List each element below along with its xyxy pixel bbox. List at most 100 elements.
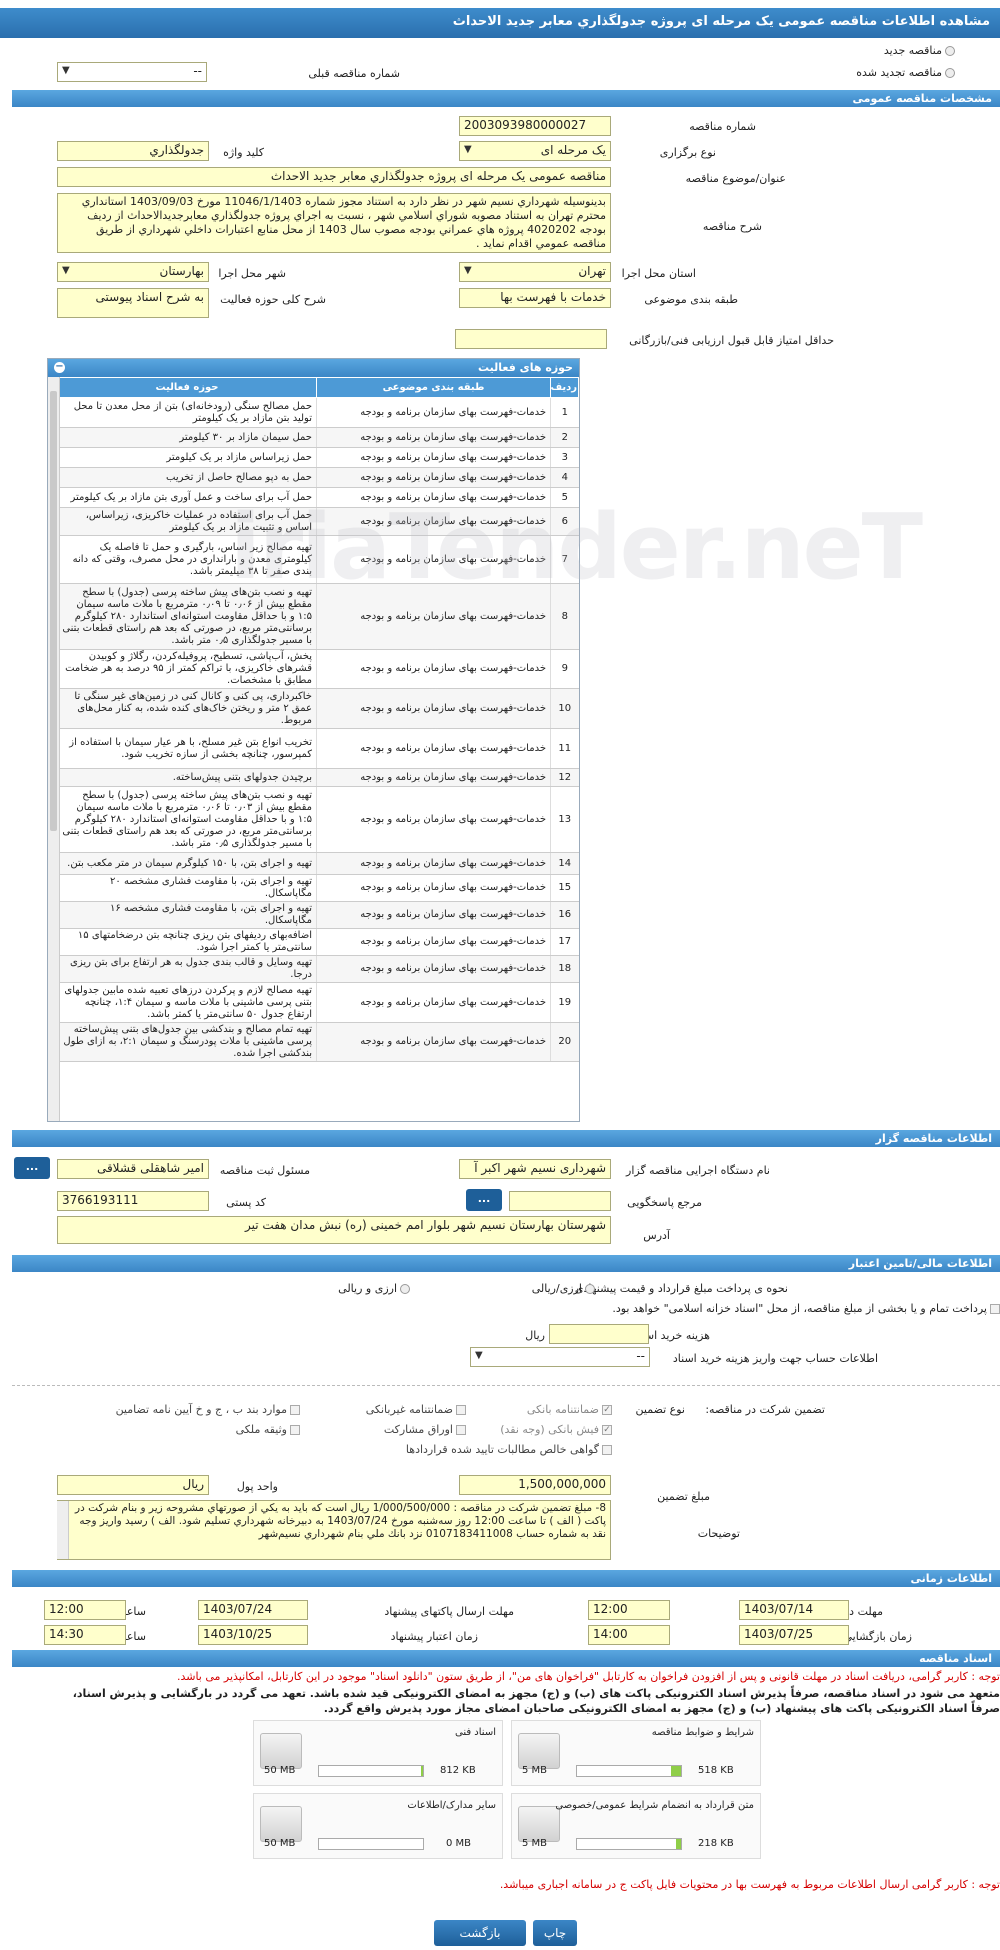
scrollbar-thumb[interactable] [50,391,57,831]
checkbox-icon[interactable] [602,1445,612,1455]
send-time: 12:00 [44,1600,126,1620]
table-row: 20 خدمات-فهرست بهای سازمان برنامه و بودجه… [57,1022,579,1062]
category-cell: خدمات-فهرست بهای سازمان برنامه و بودجه [316,649,551,689]
currency-field: ریال [57,1475,209,1495]
radio-renewed-tender[interactable]: مناقصه تجدید شده [856,66,955,79]
table-row: 16 خدمات-فهرست بهای سازمان برنامه و بودجه… [57,901,579,929]
send-label: مهلت ارسال پاکتهای پیشنهاد [384,1605,514,1618]
row-number-cell: 11 [550,728,579,769]
print-button[interactable]: چاپ [533,1920,577,1946]
guarantee-opt-claims[interactable]: گواهی خالص مطالبات تایید شده قراردادها [406,1443,612,1456]
guarantee-opt-cash[interactable]: ✓فیش بانکی (وجه نقد) [500,1423,612,1436]
table-row: 6 خدمات-فهرست بهای سازمان برنامه و بودجه ح… [57,507,579,536]
row-number-cell: 20 [550,1022,579,1062]
treasury-checkbox[interactable]: پرداخت تمام و یا بخشی از مبلغ مناقصه، از… [612,1302,1000,1315]
collapse-icon[interactable]: − [54,362,65,373]
folder-icon [260,1806,302,1842]
guarantee-opt-bonds[interactable]: اوراق مشارکت [384,1423,466,1436]
checkbox-icon[interactable] [456,1425,466,1435]
account-label: اطلاعات حساب جهت واریز هزینه خرید اسناد [672,1352,878,1365]
table-row: 14 خدمات-فهرست بهای سازمان برنامه و بودجه… [57,852,579,875]
activity-cell: تهیه وسایل و قالب بندی جدول به هر ارتفاع… [57,955,317,983]
activity-desc-field: به شرح اسناد پیوستی [57,288,209,318]
row-number-cell: 5 [550,487,579,508]
activity-cell: حمل سیمان مازاد بر ۳۰ کیلومتر [57,427,317,448]
table-row: 15 خدمات-فهرست بهای سازمان برنامه و بودجه… [57,874,579,902]
table-row: 10 خدمات-فهرست بهای سازمان برنامه و بودجه… [57,688,579,729]
guarantee-opt-bank[interactable]: ✓ضمانتنامه بانکی [527,1403,612,1416]
row-number-cell: 8 [550,583,579,650]
activity-cell: خاکبرداری، پی کنی و کانال کنی در زمین‌ها… [57,688,317,729]
radio-icon[interactable] [585,1284,595,1294]
keyword-label: کلید واژه [223,146,264,159]
checkbox-icon[interactable] [290,1405,300,1415]
payment-method-label: نحوه ی پرداخت مبلغ قرارداد و قیمت پیشنها… [574,1282,788,1295]
explain-scrollbar[interactable] [57,1501,69,1559]
activity-cell: حمل زیراساس مازاد بر یک کیلومتر [57,447,317,468]
city-select[interactable]: بهارستان ▼ [57,262,209,282]
file-other[interactable]: سایر مدارک/اطلاعات 50 MB 0 MB [253,1793,503,1859]
activity-cell: حمل به دپو مصالح حاصل از تخریب [57,467,317,488]
section-general: مشخصات مناقصه عمومی [12,90,1000,107]
row-number-cell: 10 [550,688,579,729]
file-progress [576,1765,682,1777]
category-cell: خدمات-فهرست بهای سازمان برنامه و بودجه [316,1022,551,1062]
col-row-number: ردیف [550,377,579,398]
col-category: طبقه بندی موضوعی [316,377,551,398]
table-row: 11 خدمات-فهرست بهای سازمان برنامه و بودجه… [57,728,579,769]
description-field: بدينوسيله شهرداري نسيم شهر در نظر دارد ب… [57,193,611,253]
org-label: نام دستگاه اجرایی مناقصه گزار [626,1164,770,1177]
radio-icon[interactable] [945,68,955,78]
province-label: استان محل اجرا [621,267,696,280]
checkbox-icon[interactable] [990,1304,1000,1314]
checkbox-icon[interactable]: ✓ [602,1405,612,1415]
receive-date: 1403/07/14 [739,1600,849,1620]
chevron-down-icon: ▼ [464,144,472,155]
category-cell: خدمات-فهرست بهای سازمان برنامه و بودجه [316,397,551,428]
checkbox-icon[interactable] [456,1405,466,1415]
hold-type-select[interactable]: یک مرحله ای ▼ [459,141,611,161]
activity-cell: تخریب انواع بتن غیر مسلح، با هر عیار سیم… [57,728,317,769]
activity-cell: اضافه‌بهای ردیفهای بتن ریزی چنانچه بتن د… [57,928,317,956]
description-label: شرح مناقصه [702,220,762,233]
prev-tender-select[interactable]: -- ▼ [57,62,207,82]
activities-scrollbar[interactable] [48,377,60,1121]
folder-icon [518,1806,560,1842]
table-row: 13 خدمات-فهرست بهای سازمان برنامه و بودجه… [57,786,579,853]
activity-cell: حمل مصالح سنگی (رودخانه‌ای) بتن از محل م… [57,397,317,428]
category-cell: خدمات-فهرست بهای سازمان برنامه و بودجه [316,487,551,508]
radio-new-tender[interactable]: مناقصه جدید [884,44,955,57]
back-button[interactable]: بازگشت [434,1920,526,1946]
radio-rial[interactable]: ارزی/ریالی [532,1282,595,1295]
row-number-cell: 7 [550,535,579,584]
divider [12,1385,1000,1386]
row-number-cell: 16 [550,901,579,929]
guarantee-opt-property[interactable]: وثیقه ملکی [236,1423,300,1436]
file-terms[interactable]: شرایط و ضوابط مناقصه 5 MB 518 KB [511,1720,761,1786]
radio-icon[interactable] [400,1284,410,1294]
table-row: 1 خدمات-فهرست بهای سازمان برنامه و بودجه ح… [57,397,579,428]
section-docs: اسناد مناقصه [12,1650,1000,1667]
activity-cell: حمل آب برای استفاده در عملیات خاکریزی، ز… [57,507,317,536]
account-select[interactable]: -- ▼ [470,1347,650,1367]
reference-lookup-button[interactable]: ... [466,1189,502,1211]
address-label: آدرس [643,1229,670,1242]
file-contract[interactable]: متن قرارداد به انضمام شرایط عمومی/خصوصی … [511,1793,761,1859]
radio-icon[interactable] [945,46,955,56]
guarantee-opt-nonbank[interactable]: ضمانتنامه غیربانکی [366,1403,466,1416]
file-technical[interactable]: اسناد فنی 50 MB 812 KB [253,1720,503,1786]
section-timing: اطلاعات زمانی [12,1570,1000,1587]
row-number-cell: 19 [550,982,579,1023]
activity-cell: تهیه و اجرای بتن، با ۱۵۰ کیلوگرم سیمان د… [57,852,317,875]
guarantee-opt-clauses[interactable]: موارد بند ب ، ج و خ آیین نامه تضامین [116,1403,300,1416]
checkbox-icon[interactable]: ✓ [602,1425,612,1435]
keyword-field: جدولگذاري [57,141,209,161]
registrar-lookup-button[interactable]: ... [14,1157,50,1179]
table-row: 8 خدمات-فهرست بهای سازمان برنامه و بودجه ت… [57,583,579,650]
min-score-label: حداقل امتیاز قابل قبول ارزیابی فنی/بازرگ… [629,334,834,347]
radio-fx-rial[interactable]: ارزی و ریالی [338,1282,410,1295]
open-date: 1403/07/25 [739,1625,849,1645]
checkbox-icon[interactable] [290,1425,300,1435]
province-select[interactable]: تهران ▼ [459,262,611,282]
hold-type-label: نوع برگزاری [659,146,716,159]
